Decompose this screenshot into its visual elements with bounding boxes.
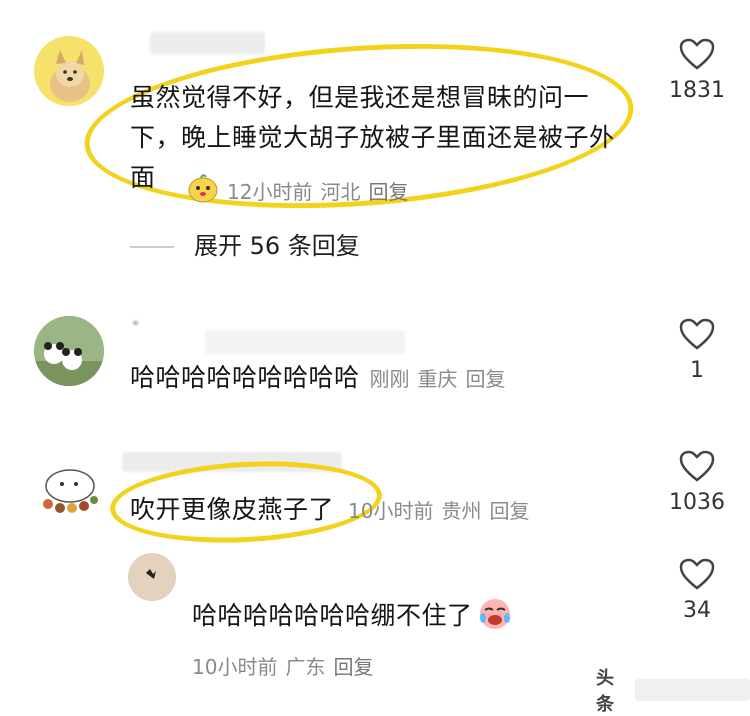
username-blurred[interactable]: [150, 32, 265, 54]
location: 贵州: [441, 499, 482, 523]
doge-avatar-icon: [34, 36, 104, 106]
watermark: 头条: [596, 664, 750, 716]
comment-meta: 12小时前 河北 回复: [130, 173, 416, 208]
like-button[interactable]: 1036: [652, 450, 742, 515]
location: 广东: [285, 655, 326, 679]
watermark-text: 头条: [596, 668, 614, 715]
heart-icon: [679, 38, 715, 70]
reply-meta: 10小时前 广东 回复: [192, 651, 381, 680]
like-count: 1036: [669, 490, 725, 515]
cartoon-avatar-icon: [43, 469, 98, 513]
heart-icon: [679, 558, 715, 590]
comment-text: 哈哈哈哈哈哈哈哈哈: [130, 363, 360, 392]
expand-replies[interactable]: 展开 56 条回复: [130, 226, 360, 261]
location: 河北: [320, 180, 361, 204]
crying-laughing-emoji-icon: [477, 596, 513, 636]
reply-button[interactable]: 回复: [333, 651, 373, 680]
timestamp: 10小时前: [192, 655, 278, 679]
avatar[interactable]: [34, 316, 104, 386]
like-button[interactable]: 1: [652, 318, 742, 383]
expand-replies-label: 展开 56 条回复: [194, 232, 360, 260]
avatar[interactable]: [34, 456, 104, 526]
like-count: 1831: [669, 78, 725, 103]
watermark-bar: [635, 679, 750, 701]
panda-avatar-icon: [34, 316, 104, 386]
like-count: 34: [683, 598, 711, 623]
timestamp: 刚刚: [369, 367, 410, 391]
like-button[interactable]: 1831: [652, 38, 742, 103]
username-blurred[interactable]: [133, 321, 138, 325]
heart-icon: [679, 450, 715, 482]
reply-row: 哈哈哈哈哈哈哈绷不住了: [192, 596, 513, 636]
emoji-icon: [187, 173, 219, 208]
divider: [130, 246, 174, 248]
heart-icon: [679, 318, 715, 350]
reply-button[interactable]: 回复: [466, 363, 506, 392]
reply-button[interactable]: 回复: [489, 495, 529, 524]
avatar[interactable]: [128, 553, 176, 601]
location: 重庆: [417, 367, 458, 391]
reply-text: 哈哈哈哈哈哈哈绷不住了: [192, 601, 473, 630]
like-button[interactable]: 34: [652, 558, 742, 623]
username-blurred[interactable]: [205, 330, 405, 354]
hand-avatar-icon: [128, 553, 176, 601]
avatar[interactable]: [34, 36, 104, 106]
like-count: 1: [690, 358, 704, 383]
reply-button[interactable]: 回复: [368, 176, 408, 205]
timestamp: 10小时前: [348, 499, 434, 523]
comment-row: 哈哈哈哈哈哈哈哈哈 刚刚 重庆 回复: [130, 358, 506, 398]
comment-text: 吹开更像皮燕子了: [130, 495, 335, 524]
comment-row: 吹开更像皮燕子了 10小时前 贵州 回复: [130, 490, 529, 530]
timestamp: 12小时前: [227, 180, 313, 204]
